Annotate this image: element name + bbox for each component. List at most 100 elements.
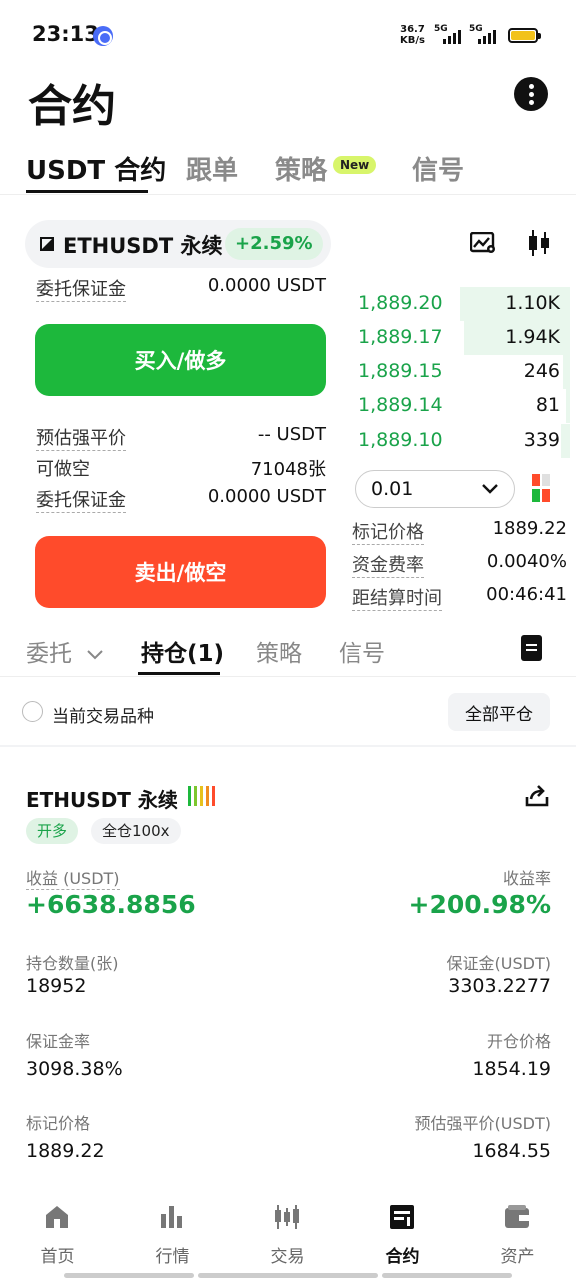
tab-usdt-contract[interactable]: USDT 合约 [26,150,166,187]
orderbook-row[interactable]: 1,889.17 1.94K [350,321,570,355]
orderbook-size: 1.94K [505,326,560,348]
margin-value: 3303.2277 [448,975,551,997]
pnl-value: +6638.8856 [26,890,196,919]
orderbook-price: 1,889.17 [358,326,443,348]
orderbook-depth-bar [565,389,570,423]
nav-home[interactable]: 首页 [0,1192,115,1272]
price-step-select[interactable]: 0.01 [355,470,515,508]
order-history-icon[interactable] [521,635,542,661]
orderbook-price: 1,889.10 [358,429,443,451]
gesture-bar [382,1273,512,1278]
chart-settings-icon[interactable] [470,232,496,254]
order-margin-label: 委托保证金 [36,486,126,513]
adl-indicator-icon [188,786,215,806]
chevron-down-icon [482,484,498,494]
position-qty-value: 18952 [26,975,87,997]
price-change-badge: +2.59% [225,228,323,260]
symbol-switch-icon [40,237,54,251]
signal-bars-1-icon [443,30,461,44]
position-mark-price-value: 1889.22 [26,1140,105,1162]
sell-short-button[interactable]: 卖出/做空 [35,536,326,608]
orderbook-size: 81 [535,394,560,416]
more-options-icon[interactable] [514,77,548,111]
signal-bars-2-icon [478,30,496,44]
nav-trade[interactable]: 交易 [230,1192,345,1272]
status-time: 23:13 [32,22,99,46]
est-liq-price-value: -- USDT [257,424,326,445]
order-margin-label-top: 委托保证金 [36,275,126,302]
position-liq-price-label: 预估强平价(USDT) [414,1114,551,1133]
tab-signals[interactable]: 信号 [339,634,385,668]
home-icon [46,1206,68,1228]
order-margin-value: 0.0000 USDT [207,486,326,507]
margin-mode-tag: 全仓100x [91,818,181,844]
orderbook-price: 1,889.20 [358,292,443,314]
share-icon[interactable] [524,783,550,809]
current-symbol-radio[interactable] [22,701,43,722]
orderbook-layout-icon[interactable] [532,474,550,502]
orderbook-size: 339 [523,429,560,451]
margin-ratio-value: 3098.38% [26,1058,123,1080]
tab-strategy-orders[interactable]: 策略 [256,634,302,668]
divider [0,676,576,677]
orderbook-price: 1,889.15 [358,360,443,382]
orderbook-depth-bar [561,424,570,458]
close-all-button[interactable]: 全部平仓 [448,693,550,731]
mark-price-label: 标记价格 [352,518,424,545]
nav-home-label: 首页 [40,1247,75,1267]
orderbook-size: 246 [523,360,560,382]
page-title: 合约 [28,81,116,132]
orderbook-size: 1.10K [505,292,560,314]
kline-chart-icon[interactable] [526,228,552,258]
bottom-navigation: 首页 行情 交易 合约 资产 [0,1192,576,1280]
current-symbol-label: 当前交易品种 [52,707,154,727]
active-tab-indicator [26,190,148,193]
pnl-label: 收益 (USDT) [26,865,120,890]
trade-candles-icon [275,1205,299,1229]
price-step-value: 0.01 [371,478,414,500]
orderbook-row[interactable]: 1,889.14 81 [350,389,570,423]
tab-orders[interactable]: 委托 [26,634,105,668]
tab-copy-trading[interactable]: 跟单 [186,150,238,187]
nav-contract-label: 合约 [385,1247,420,1267]
available-short-value: 71048张 [250,459,326,480]
roe-value: +200.98% [408,890,551,919]
tab-signal[interactable]: 信号 [412,150,464,187]
battery-icon [508,28,541,43]
position-qty-label: 持仓数量(张) [26,954,119,973]
buy-long-button[interactable]: 买入/做多 [35,324,326,396]
margin-ratio-label: 保证金率 [26,1032,91,1051]
wallet-icon [505,1205,529,1228]
position-mark-price-label: 标记价格 [26,1114,91,1133]
nav-contract[interactable]: 合约 [345,1192,460,1272]
gesture-bar [198,1273,378,1278]
available-short-label: 可做空 [36,459,90,480]
orderbook-row[interactable]: 1,889.20 1.10K [350,287,570,321]
tab-strategy[interactable]: 策略 [275,150,327,187]
nav-market[interactable]: 行情 [115,1192,230,1272]
est-liq-price-label: 预估强平价 [36,424,126,451]
divider [0,745,576,747]
gesture-bar [64,1273,194,1278]
market-bars-icon [161,1206,182,1228]
tab-positions[interactable]: 持仓(1) [141,634,224,668]
nav-trade-label: 交易 [270,1247,305,1267]
order-margin-value-top: 0.0000 USDT [207,275,326,296]
margin-label: 保证金(USDT) [446,954,551,973]
contract-icon [390,1205,414,1229]
orderbook-price: 1,889.14 [358,394,443,416]
entry-price-label: 开仓价格 [486,1032,551,1051]
divider [0,194,576,195]
nav-assets[interactable]: 资产 [460,1192,575,1272]
funding-rate-label: 资金费率 [352,551,424,578]
symbol-name: ETHUSDT 永续 [63,234,223,258]
position-symbol[interactable]: ETHUSDT 永续 [26,784,178,813]
orderbook-row[interactable]: 1,889.10 339 [350,424,570,458]
symbol-selector[interactable]: ETHUSDT 永续 +2.59% [25,220,331,268]
nav-market-label: 行情 [155,1247,190,1267]
active-section-indicator [138,672,220,675]
orderbook-row[interactable]: 1,889.15 246 [350,355,570,389]
network-speed: 36.7 KB/s [400,24,425,46]
entry-price-value: 1854.19 [472,1058,551,1080]
roe-label: 收益率 [502,869,551,888]
